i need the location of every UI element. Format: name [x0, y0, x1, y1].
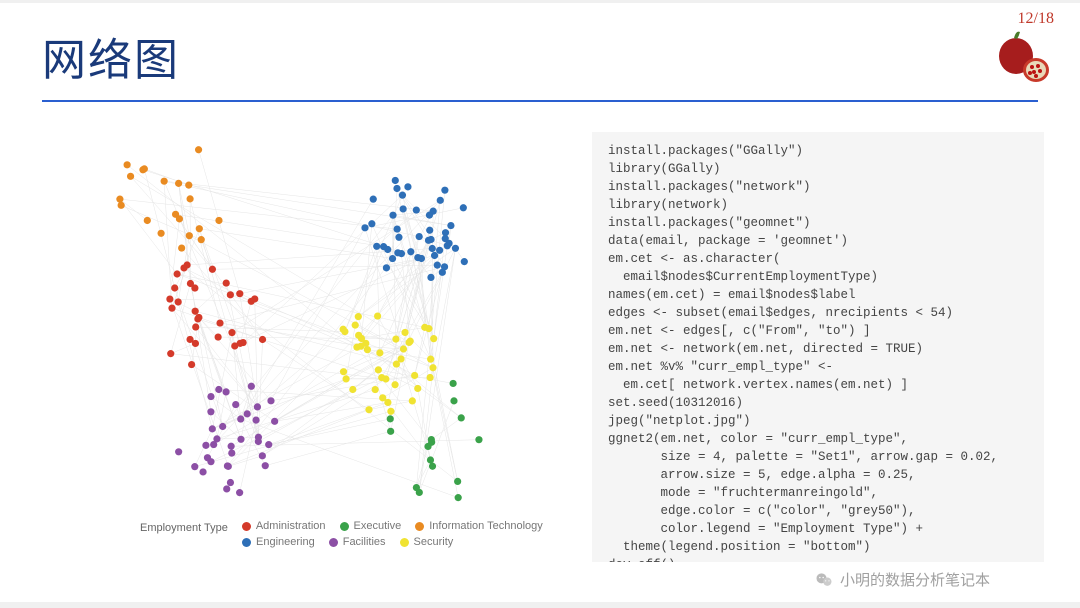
legend-label: Engineering — [256, 536, 315, 548]
footer-label: 小明的数据分析笔记本 — [840, 569, 990, 590]
legend-item: Executive — [340, 520, 402, 532]
top-band — [0, 0, 1080, 3]
legend-label: Security — [414, 536, 454, 548]
legend-label: Administration — [256, 520, 326, 532]
wechat-icon — [814, 570, 834, 590]
legend-dot — [340, 522, 349, 531]
page-title: 网络图 — [42, 24, 180, 88]
bottom-band — [0, 602, 1080, 608]
legend-dot — [400, 538, 409, 547]
legend-dot — [329, 538, 338, 547]
legend-label: Executive — [354, 520, 402, 532]
network-chart — [60, 116, 560, 556]
legend-item: Information Technology — [415, 520, 543, 532]
legend-title: Employment Type — [140, 522, 228, 534]
title-underline — [42, 100, 1038, 102]
chart-legend: Employment Type Administration Executive I… — [140, 520, 580, 552]
legend-item: Administration — [242, 520, 326, 532]
legend-item: Security — [400, 536, 454, 548]
footer-watermark: 小明的数据分析笔记本 — [814, 569, 990, 590]
legend-label: Information Technology — [429, 520, 543, 532]
slide: 12/18 网络图 Employment Type Administration… — [0, 0, 1080, 608]
legend-dot — [242, 538, 251, 547]
legend-label: Facilities — [343, 536, 386, 548]
pomegranate-icon — [994, 26, 1054, 88]
legend-item: Engineering — [242, 536, 315, 548]
legend-dot — [415, 522, 424, 531]
legend-dot — [242, 522, 251, 531]
code-block: install.packages("GGally") library(GGall… — [592, 132, 1044, 562]
legend-item: Facilities — [329, 536, 386, 548]
